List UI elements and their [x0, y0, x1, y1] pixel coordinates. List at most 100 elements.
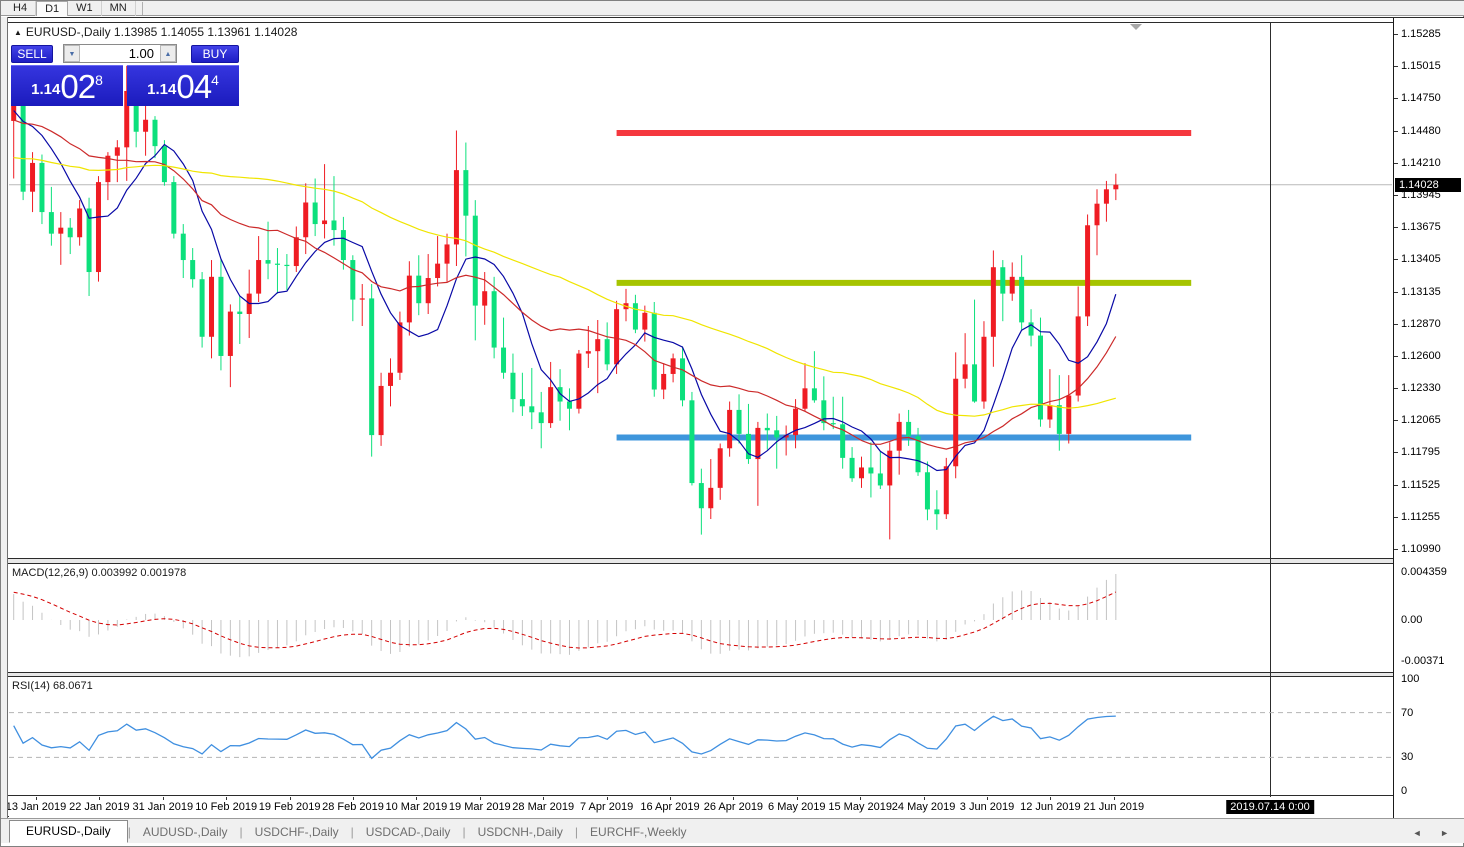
tab-scroll-arrows[interactable]: ◄ ►: [1413, 828, 1457, 843]
date-axis-label: 28 Feb 2019: [322, 801, 384, 813]
candle: [529, 406, 534, 412]
date-axis-label: 19 Mar 2019: [449, 801, 511, 813]
candle: [218, 277, 223, 356]
moving-average: [14, 158, 1116, 417]
candle: [605, 339, 610, 364]
candle: [1095, 204, 1100, 226]
price-axis-label: 1.15285: [1401, 28, 1441, 40]
candle: [190, 260, 195, 279]
candle: [567, 402, 572, 409]
candle: [718, 448, 723, 488]
current-price-tag: 1.14028: [1395, 178, 1461, 192]
candle: [1066, 396, 1071, 434]
candle: [209, 277, 214, 337]
candle: [303, 202, 308, 237]
buy-price-small: 1.14: [147, 77, 176, 103]
rsi-axis-label: 100: [1401, 673, 1419, 685]
chart-canvas[interactable]: [1, 1, 1464, 847]
candle: [171, 182, 176, 234]
symbol-tab-eurchf[interactable]: EURCHF-,Weekly: [578, 822, 698, 843]
symbol-tab-usdcad[interactable]: USDCAD-,Daily: [354, 822, 463, 843]
macd-signal-line: [14, 592, 1116, 648]
chart-title-text: EURUSD-,Daily 1.13985 1.14055 1.13961 1.…: [26, 25, 298, 39]
price-axis-label: 1.13405: [1401, 253, 1441, 265]
price-axis-tick: [1394, 227, 1398, 228]
rsi-axis-label: 70: [1401, 707, 1413, 719]
candle: [463, 170, 468, 216]
buy-button[interactable]: BUY: [191, 45, 239, 63]
rsi-indicator-label: RSI(14) 68.0671: [12, 680, 93, 692]
date-axis-tick: [163, 797, 164, 800]
candle: [435, 264, 440, 278]
candle: [473, 216, 478, 306]
sell-button[interactable]: SELL: [11, 45, 53, 63]
candle: [689, 400, 694, 483]
sell-price-quote[interactable]: 1.14 02 8: [11, 65, 123, 106]
candle: [1038, 336, 1043, 420]
volume-input[interactable]: [80, 45, 160, 62]
candle: [944, 466, 949, 514]
price-axis-label: 1.13675: [1401, 221, 1441, 233]
price-axis-tick: [1394, 517, 1398, 518]
candle: [407, 276, 412, 323]
candle: [642, 313, 647, 330]
volume-decrease-button[interactable]: ▼: [64, 45, 80, 62]
candle: [49, 212, 54, 234]
candle: [539, 412, 544, 423]
candle: [868, 467, 873, 473]
date-axis-tick: [607, 797, 608, 800]
price-axis[interactable]: 1.152851.150151.147501.144801.142101.139…: [1393, 18, 1464, 818]
timeframe-toolbar: H4D1W1MN: [1, 1, 1464, 16]
timeframe-button-h4[interactable]: H4: [5, 1, 36, 16]
one-click-trade-panel: SELL ▼ ▲ BUY 1.14 02 8 1.14 04 4: [11, 44, 239, 106]
candle: [520, 399, 525, 406]
date-axis-label: 3 Jun 2019: [960, 801, 1014, 813]
candle: [426, 278, 431, 303]
candle: [416, 276, 421, 304]
sell-price-sup: 8: [95, 73, 103, 87]
candle: [1113, 185, 1118, 190]
sell-price-big: 02: [60, 70, 95, 103]
price-axis-tick: [1394, 420, 1398, 421]
timeframe-button-mn[interactable]: MN: [102, 1, 136, 16]
candle: [266, 260, 271, 264]
candle: [492, 291, 497, 347]
candle: [21, 104, 26, 192]
symbol-tab-eurusd[interactable]: EURUSD-,Daily: [9, 820, 128, 843]
buy-price-quote[interactable]: 1.14 04 4: [127, 65, 239, 106]
date-axis-tick: [1050, 797, 1051, 800]
price-axis-label: 1.12330: [1401, 382, 1441, 394]
candle: [181, 234, 186, 260]
sell-price-small: 1.14: [31, 77, 60, 103]
date-axis-label: 28 Mar 2019: [512, 801, 574, 813]
macd-plot: [14, 574, 1116, 657]
candle: [96, 182, 101, 272]
date-axis[interactable]: 13 Jan 201922 Jan 201931 Jan 201910 Feb …: [9, 797, 1393, 817]
candle: [501, 348, 506, 373]
date-axis-tick: [797, 797, 798, 800]
symbol-tab-audusd[interactable]: AUDUSD-,Daily: [131, 822, 240, 843]
timeframe-button-d1[interactable]: D1: [36, 1, 68, 16]
candle: [831, 423, 836, 424]
candle: [58, 228, 63, 234]
date-axis-tick: [290, 797, 291, 800]
date-axis-label: 10 Mar 2019: [386, 801, 448, 813]
candle: [953, 379, 958, 467]
date-axis-label: 26 Apr 2019: [704, 801, 763, 813]
date-axis-label: 12 Jun 2019: [1020, 801, 1081, 813]
price-axis-tick: [1394, 388, 1398, 389]
symbol-tab-usdcnh[interactable]: USDCNH-,Daily: [466, 822, 575, 843]
volume-stepper: ▼ ▲: [63, 44, 177, 63]
volume-increase-button[interactable]: ▲: [160, 45, 176, 62]
date-axis-tick: [1114, 797, 1115, 800]
chart-shift-triangle-icon[interactable]: [1130, 24, 1142, 30]
price-axis-label: 1.15015: [1401, 60, 1441, 72]
price-axis-label: 1.14480: [1401, 125, 1441, 137]
candle: [802, 388, 807, 408]
symbol-tab-usdchf[interactable]: USDCHF-,Daily: [243, 822, 351, 843]
candle: [548, 387, 553, 423]
timeframe-button-w1[interactable]: W1: [68, 1, 102, 16]
date-axis-label: 31 Jan 2019: [133, 801, 194, 813]
candle: [360, 298, 365, 299]
candle: [774, 430, 779, 437]
